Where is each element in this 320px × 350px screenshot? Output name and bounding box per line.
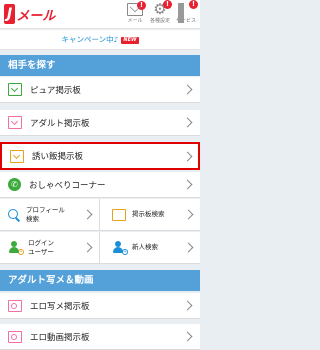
logo-mark: J	[4, 4, 16, 24]
services-badge: !	[189, 0, 198, 9]
menu-item-profile-search[interactable]: プロフィール 検索	[0, 199, 100, 231]
menu-item-label: ログイン ユーザー	[28, 238, 54, 256]
menu-item-label: 新人検索	[132, 243, 158, 251]
chevron-right-icon	[182, 331, 193, 342]
mail-label: メール	[127, 18, 143, 24]
services-button[interactable]: ! サービス	[174, 0, 198, 29]
menu-item-adult-board[interactable]: アダルト掲示板	[0, 110, 200, 136]
chevron-right-icon	[182, 179, 193, 190]
chevron-right-icon	[82, 209, 93, 220]
menu-item-video-board[interactable]: エロ動画掲示板	[0, 324, 200, 350]
app-header: J メール ! メール ⚙ ! 各種設定 ! サービス	[0, 0, 200, 29]
logo-text: メール	[16, 8, 56, 24]
menu-item-board-search[interactable]: 掲示板検索	[100, 199, 200, 231]
chevron-right-icon	[182, 300, 193, 311]
chevron-right-icon	[182, 151, 193, 161]
menu-item-label: プロフィール 検索	[26, 205, 65, 223]
phone-icon: ✆	[8, 178, 21, 191]
photo-icon	[8, 299, 22, 312]
settings-button[interactable]: ⚙ ! 各種設定	[148, 0, 172, 29]
chevron-right-icon	[183, 209, 194, 220]
grid-icon: !	[178, 0, 198, 23]
chevron-right-icon	[183, 242, 194, 253]
new-user-icon: +	[112, 240, 128, 255]
menu-item-login-users[interactable]: • ログイン ユーザー	[0, 232, 100, 264]
menu-item-label: 誘い飯掲示板	[32, 152, 84, 162]
menu-item-label: ピュア掲示板	[30, 85, 81, 96]
campaign-label: キャンペーン中♪	[61, 35, 119, 44]
settings-label: 各種設定	[149, 18, 170, 24]
settings-badge: !	[163, 0, 172, 9]
menu-item-label: 掲示板検索	[132, 210, 165, 218]
menu-item-new-search[interactable]: + 新人検索	[100, 232, 200, 264]
mail-button[interactable]: ! メール	[123, 1, 147, 29]
campaign-banner[interactable]: キャンペーン中♪ NEW	[0, 30, 200, 50]
menu-item-label: おしゃべりコーナー	[29, 180, 106, 191]
adult-board-icon	[8, 116, 22, 129]
board-search-icon	[112, 208, 126, 221]
chevron-right-icon	[182, 117, 193, 128]
menu-item-pure-board[interactable]: ピュア掲示板	[0, 77, 200, 103]
menu-item-photo-board[interactable]: エロ写メ掲示板	[0, 293, 200, 319]
chevron-right-icon	[82, 242, 93, 253]
video-icon	[8, 330, 22, 343]
menu-item-label: エロ動画掲示板	[30, 332, 90, 343]
chevron-right-icon	[182, 84, 193, 95]
board-icon	[8, 83, 22, 96]
section-title-adult-media: アダルト写メ＆動画	[0, 270, 200, 291]
mail-badge: !	[137, 1, 146, 10]
mail-icon: !	[127, 1, 146, 16]
menu-item-invite-board[interactable]: 誘い飯掲示板	[0, 142, 200, 170]
gear-icon: ⚙ !	[152, 0, 172, 17]
search-icon	[8, 208, 20, 221]
menu-item-chat-corner[interactable]: ✆ おしゃべりコーナー	[0, 172, 200, 198]
section-title-find-partner: 相手を探す	[0, 55, 200, 76]
jmail-logo[interactable]: J メール	[4, 3, 55, 25]
invite-board-icon	[10, 149, 24, 163]
menu-item-label: エロ写メ掲示板	[30, 301, 90, 312]
menu-item-label: アダルト掲示板	[30, 118, 90, 129]
new-tag: NEW	[121, 37, 139, 44]
user-online-icon: •	[8, 240, 24, 255]
